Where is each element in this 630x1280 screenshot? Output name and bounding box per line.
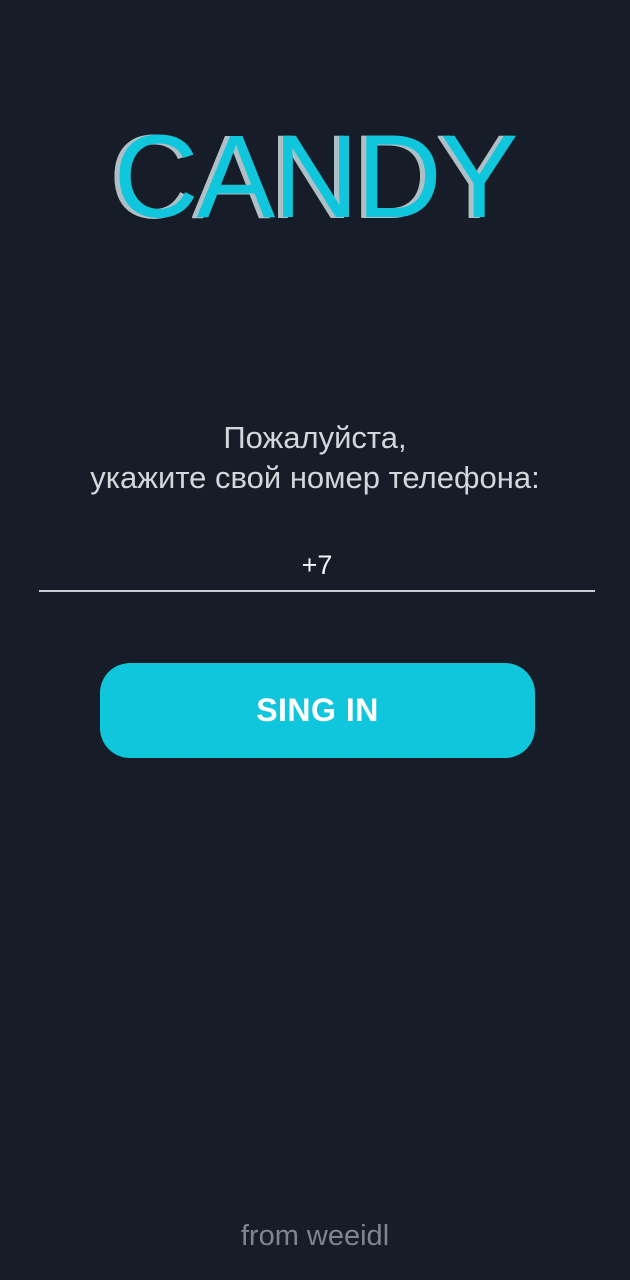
- prompt-line-2: укажите свой номер телефона:: [90, 460, 540, 495]
- prompt-line-1: Пожалуйста,: [223, 420, 407, 455]
- phone-prompt: Пожалуйста, укажите свой номер телефона:: [0, 418, 630, 498]
- sign-in-button[interactable]: SING IN: [100, 663, 535, 758]
- login-screen: CANDY Пожалуйста, укажите свой номер тел…: [0, 0, 630, 1280]
- footer-credit: from weeidl: [240, 1220, 390, 1252]
- app-logo: CANDY: [113, 111, 518, 243]
- phone-input[interactable]: [39, 540, 595, 590]
- phone-field[interactable]: [39, 540, 595, 592]
